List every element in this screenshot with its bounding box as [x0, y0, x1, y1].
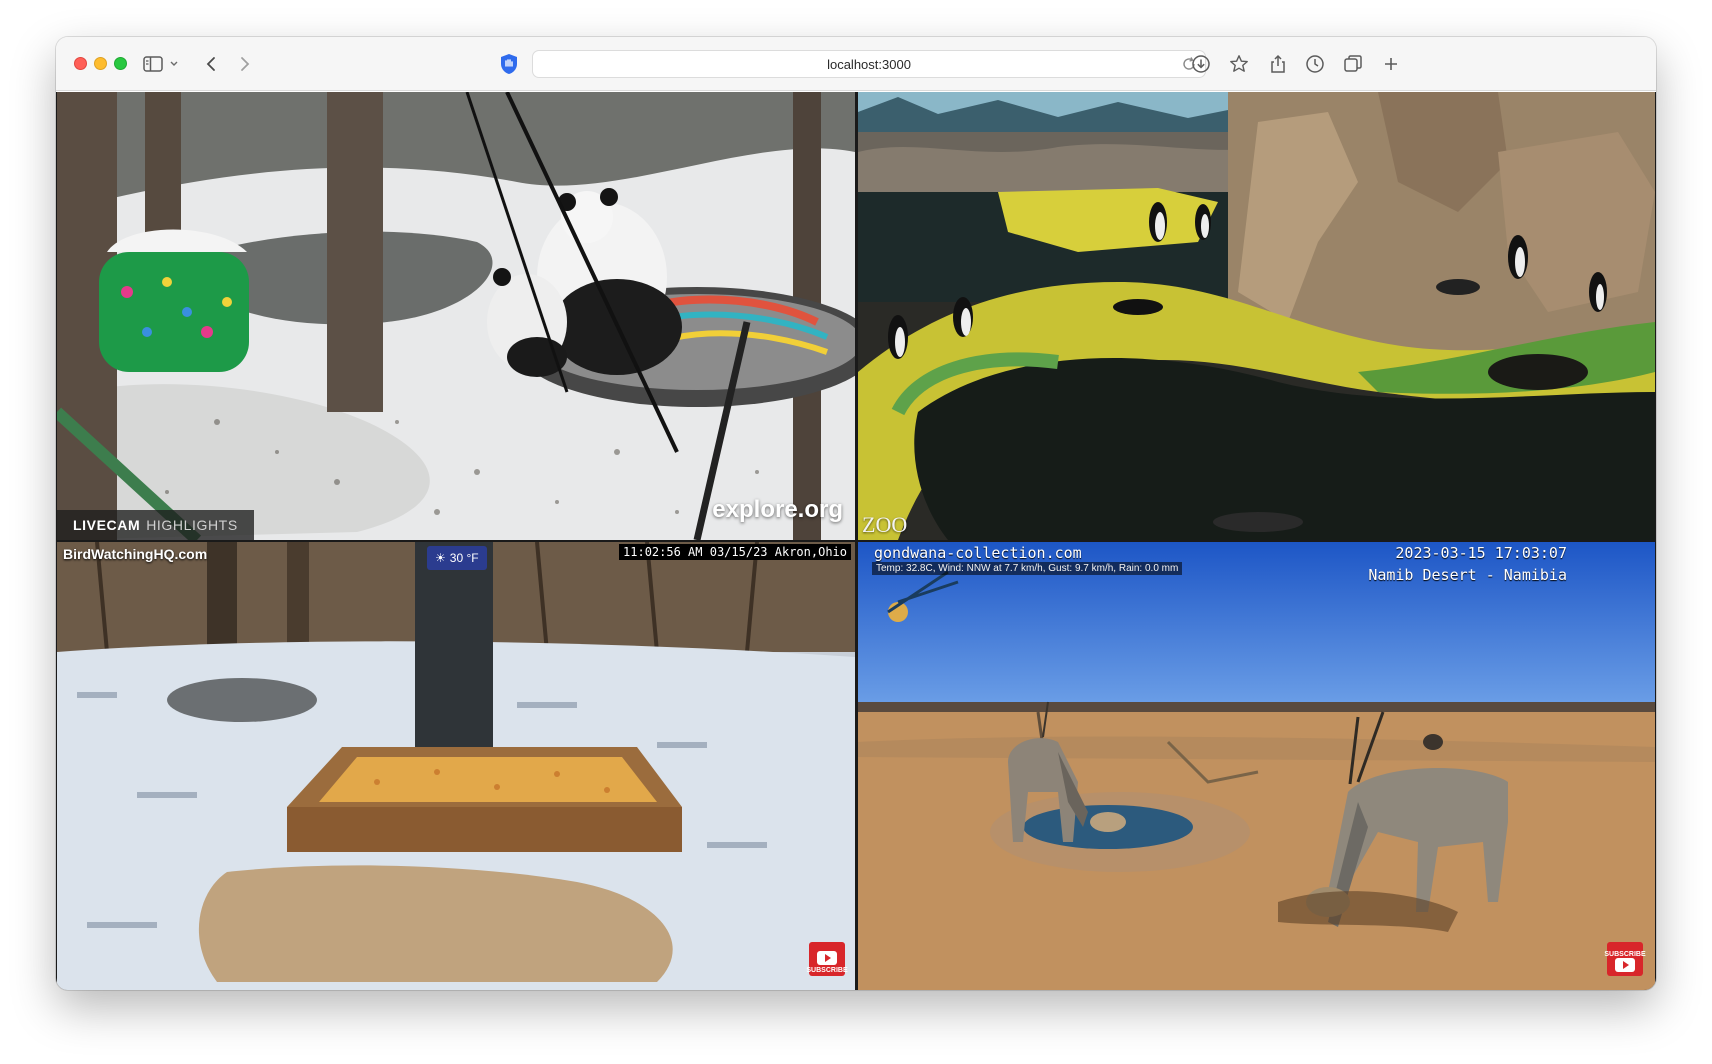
cam-timestamp: 11:02:56 AM 03/15/23 Akron,Ohio [619, 544, 851, 560]
temperature-badge: ☀ 30 °F [427, 546, 487, 570]
subscribe-label: SUBSCRIBE [806, 967, 848, 974]
youtube-subscribe-button[interactable]: SUBSCRIBE [806, 942, 848, 976]
minimize-window-button[interactable] [94, 57, 107, 70]
browser-window: localhost:3000 LIVECAM HIGHLIGHTS explor… [56, 37, 1656, 990]
back-icon[interactable] [198, 51, 224, 77]
gondwana-site-label: gondwana-collection.com [874, 544, 1082, 562]
privacy-shield-icon[interactable] [498, 53, 520, 75]
cam-datetime: 2023-03-15 17:03:07 [1395, 544, 1567, 562]
cam-location: Namib Desert - Namibia [1368, 566, 1567, 584]
youtube-subscribe-button-2[interactable]: SUBSCRIBE [1604, 942, 1646, 976]
chevron-down-icon[interactable] [166, 51, 182, 77]
youtube-play-icon-2 [1615, 958, 1635, 972]
new-tab-plus-icon[interactable] [1378, 51, 1404, 77]
browser-toolbar: localhost:3000 [56, 37, 1656, 91]
history-clock-icon[interactable] [1302, 51, 1328, 77]
close-window-button[interactable] [74, 57, 87, 70]
zoo-logo: ZOO [862, 512, 908, 537]
sidebar-toggle-icon[interactable] [140, 51, 166, 77]
youtube-play-icon [817, 951, 837, 965]
livecam-badge-bold: LIVECAM [73, 517, 141, 533]
penguin-scene [858, 92, 1655, 540]
penguin-cam-video[interactable]: ZOO [858, 92, 1655, 540]
bird-feeder-cam-video[interactable]: BirdWatchingHQ.com ☀ 30 °F 11:02:56 AM 0… [57, 542, 855, 990]
zoom-window-button[interactable] [114, 57, 127, 70]
temperature-value: 30 °F [449, 551, 479, 565]
livecam-highlights-badge: LIVECAM HIGHLIGHTS [57, 510, 254, 540]
share-icon[interactable] [1265, 51, 1291, 77]
subscribe-label-2: SUBSCRIBE [1604, 951, 1646, 958]
sun-icon: ☀ [435, 551, 446, 565]
panda-cam-video[interactable]: LIVECAM HIGHLIGHTS explore.org [57, 92, 855, 540]
desert-scene [858, 542, 1655, 990]
explore-org-watermark: explore.org [712, 496, 843, 523]
panda-scene [57, 92, 855, 540]
forward-icon[interactable] [232, 51, 258, 77]
weather-readout: Temp: 32.8C, Wind: NNW at 7.7 km/h, Gust… [872, 562, 1183, 575]
desert-waterhole-cam-video[interactable]: gondwana-collection.com Temp: 32.8C, Win… [858, 542, 1655, 990]
livecam-badge-light: HIGHLIGHTS [146, 517, 238, 533]
webcam-grid: LIVECAM HIGHLIGHTS explore.org ZOO BirdW… [56, 92, 1656, 990]
download-icon[interactable] [1188, 51, 1214, 77]
bookmark-star-icon[interactable] [1226, 51, 1252, 77]
tab-overview-icon[interactable] [1340, 51, 1366, 77]
address-bar[interactable]: localhost:3000 [532, 50, 1206, 78]
address-text: localhost:3000 [827, 56, 911, 72]
birdwatchinghq-logo: BirdWatchingHQ.com [63, 546, 208, 562]
bird-feeder-scene [57, 542, 855, 990]
